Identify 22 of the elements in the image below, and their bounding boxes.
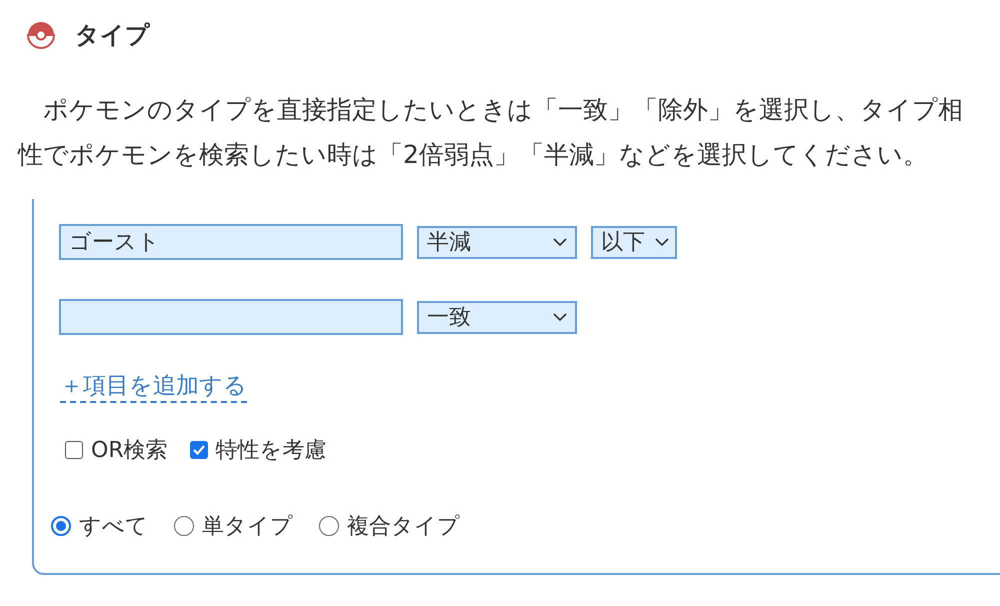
chevron-down-icon	[553, 312, 567, 322]
radio-label: すべて	[79, 513, 148, 541]
radio-button[interactable]	[174, 516, 194, 536]
type-input-field[interactable]	[59, 299, 403, 335]
checkbox[interactable]	[65, 441, 83, 459]
radio-label: 単タイプ	[202, 513, 293, 541]
checkbox[interactable]	[190, 441, 208, 459]
checkbox-label: 特性を考慮	[216, 437, 327, 465]
chevron-down-icon	[655, 238, 669, 246]
radio-button[interactable]	[319, 516, 339, 536]
radio-button[interactable]	[51, 516, 71, 536]
add-item-link[interactable]: ＋項目を追加する	[60, 371, 247, 403]
checkbox-label: OR検索	[91, 437, 168, 465]
dropdown[interactable]: 半減	[417, 226, 577, 258]
radio-label: 複合タイプ	[347, 513, 460, 541]
section-title: タイプ	[75, 20, 150, 51]
ball-icon	[27, 21, 55, 49]
dropdown[interactable]: 以下	[591, 226, 677, 258]
chevron-down-icon	[553, 238, 567, 246]
type-input-field[interactable]: ゴースト	[59, 224, 403, 260]
dropdown[interactable]: 一致	[417, 300, 577, 334]
description-text: ポケモンのタイプを直接指定したいときは「一致」「除外」を選択し、タイプ相性でポケモンを検索したい時は「2倍弱点」「半減」などを選択してください。	[18, 94, 964, 171]
